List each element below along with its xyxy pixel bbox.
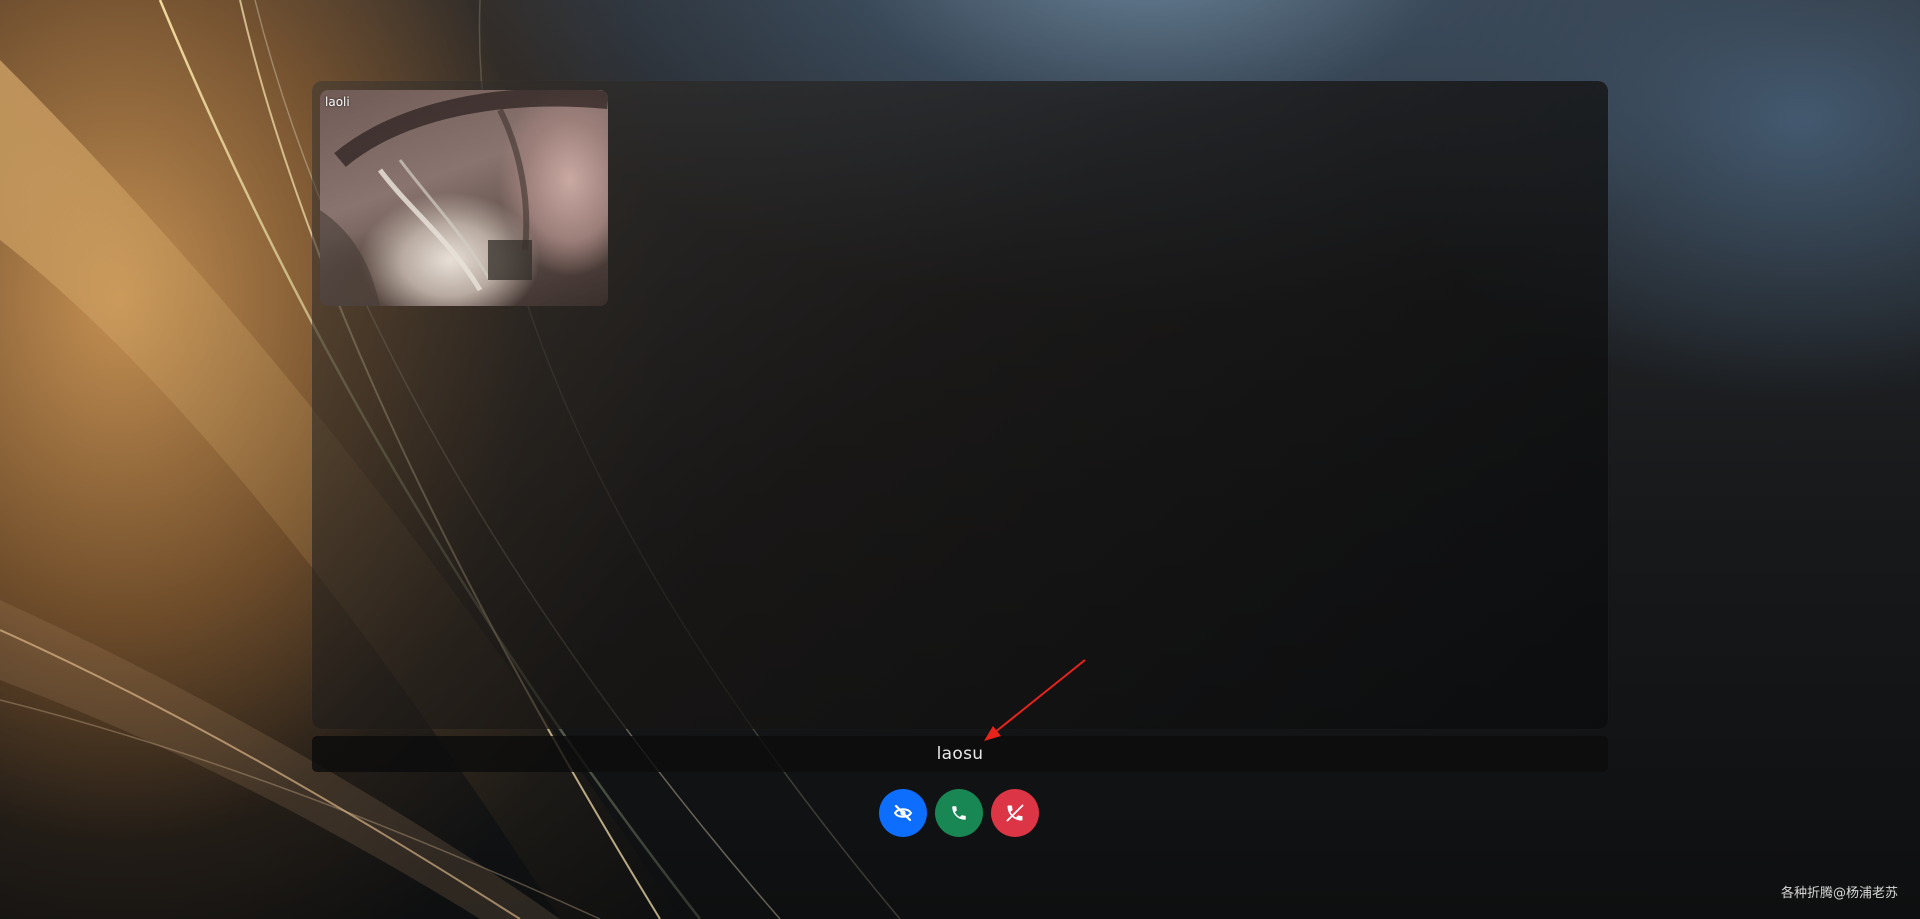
eye-slash-icon bbox=[893, 804, 913, 822]
local-video-preview[interactable]: laoli bbox=[320, 90, 608, 306]
phone-hangup-icon bbox=[1006, 804, 1024, 822]
toggle-video-button[interactable] bbox=[879, 789, 927, 837]
phone-icon bbox=[952, 806, 966, 820]
answer-call-button[interactable] bbox=[935, 789, 983, 837]
local-user-label: laoli bbox=[325, 95, 350, 109]
remote-user-name: laosu bbox=[936, 744, 984, 764]
camera-feed-image bbox=[320, 90, 608, 306]
remote-user-name-bar: laosu bbox=[312, 736, 1608, 772]
remote-video-panel: laoli bbox=[312, 81, 1608, 729]
hangup-call-button[interactable] bbox=[991, 789, 1039, 837]
watermark-text: 各种折腾@杨浦老苏 bbox=[1780, 886, 1898, 901]
call-controls bbox=[879, 789, 1039, 837]
